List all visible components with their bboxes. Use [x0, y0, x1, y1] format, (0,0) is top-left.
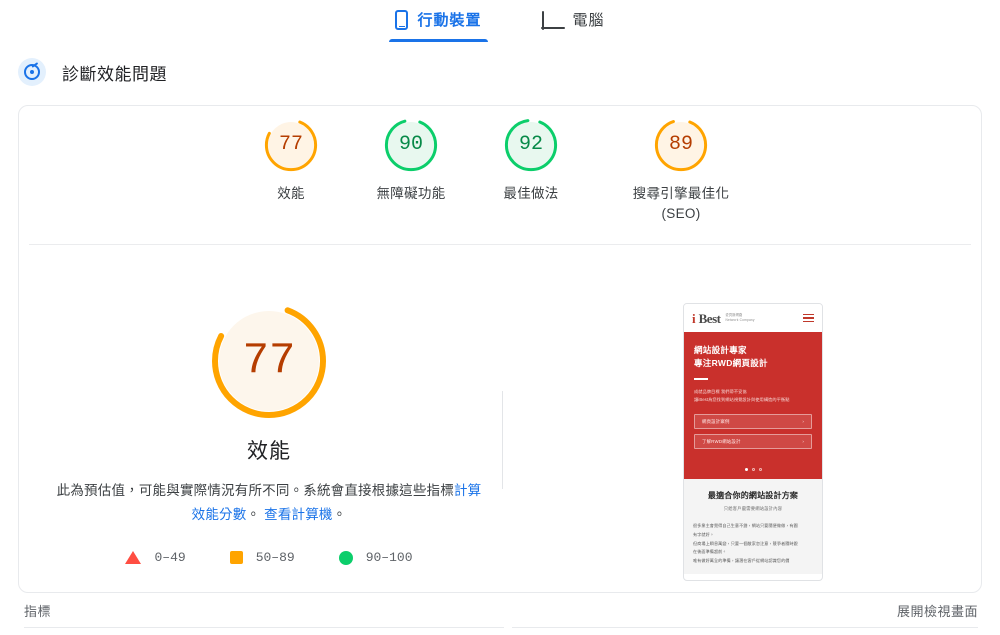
carousel-dot-active[interactable]	[744, 468, 748, 472]
footer-bar: 指標 展開檢視畫面	[0, 593, 1000, 635]
page-title: 診斷效能問題	[62, 64, 167, 84]
logo-subtitle-en: Network Company	[725, 317, 755, 322]
preview-hero: 網站設計專家 專注RWD網頁設計 成就品牌目標 我們帶不妥協 讓iBest為您找…	[684, 332, 822, 460]
body-text-line3: 但商場上瞬息萬變，只要一個敝家忽注意，競爭者隨時跟	[693, 540, 798, 546]
performance-gauge-icon	[18, 58, 46, 86]
desktop-icon	[540, 11, 565, 30]
chevron-right-icon: ›	[802, 439, 804, 445]
carousel-dot[interactable]	[751, 468, 755, 472]
preview-body: 最適合你的網站設計方案 只給客戶最需要網站設計內容 很多業主會覺得自己生意不錯，…	[684, 479, 822, 575]
hero-title-line1: 網站設計專家	[694, 345, 747, 355]
body-text-line1: 很多業主會覺得自己生意不錯，網站只要隨便做做，有圖	[693, 523, 798, 529]
main-score-gauge: 77	[209, 301, 329, 421]
legend-item-good: 90–100	[338, 550, 413, 566]
body-text-line5: 唯有做好萬全的準備，讓潛在客戶從網站認識您的價	[693, 557, 790, 563]
hero-text-line2: 讓iBest為您找到網站視覺設計與使用構造的平衡點	[694, 397, 790, 403]
logo-i: i	[692, 310, 696, 326]
body-subtitle: 只給客戶最需要網站設計內容	[723, 506, 783, 512]
vertical-divider	[502, 391, 503, 489]
body-text-line2: 有字就好。	[693, 531, 714, 537]
score-label: 無障礙功能	[376, 186, 446, 201]
footer-divider-right	[512, 627, 978, 628]
hero-buttons: 網頁設計案例 › 了解RWD網站設計 ›	[694, 414, 812, 450]
score-item-accessibility[interactable]: 90 無障礙功能	[351, 118, 471, 204]
body-text: 很多業主會覺得自己生意不錯，網站只要隨便做做，有圖 有字就好。 但商場上瞬息萬變…	[693, 522, 813, 565]
hamburger-menu-icon	[803, 313, 814, 323]
score-gauge: 77	[264, 118, 318, 172]
hero-button-rwd[interactable]: 了解RWD網站設計 ›	[694, 434, 812, 450]
page-screenshot-preview[interactable]: i Best 愛貝斯網路 Network Company 網站設計專家 專注RW…	[683, 303, 823, 581]
mobile-icon	[395, 10, 409, 30]
pagespeed-report-page: 行動裝置 電腦 診斷效能問題 77 效能 90 無障礙功能 92 最佳做法 89…	[0, 0, 1000, 635]
category-score-row: 77 效能 90 無障礙功能 92 最佳做法 89 搜尋引擎最佳化 (SEO)	[19, 118, 983, 236]
score-item-performance[interactable]: 77 效能	[231, 118, 351, 204]
score-gauge: 92	[504, 118, 558, 172]
logo-best: Best	[698, 310, 721, 326]
hero-title-line2: 專注RWD網頁設計	[694, 358, 768, 369]
tab-mobile[interactable]: 行動裝置	[389, 0, 488, 42]
score-value: 92	[518, 133, 543, 156]
carousel-dots	[684, 459, 822, 480]
button-label: 了解RWD網站設計	[702, 438, 741, 444]
legend-range: 50–89	[255, 550, 295, 566]
score-value: 77	[278, 133, 303, 156]
carousel-dot[interactable]	[758, 468, 762, 472]
score-gauge: 90	[384, 118, 438, 172]
main-score-label: 效能	[247, 440, 291, 463]
footer-divider-left	[24, 627, 504, 628]
main-score-value: 77	[242, 336, 296, 386]
tab-desktop[interactable]: 電腦	[536, 0, 611, 40]
triangle-icon	[125, 551, 142, 565]
tab-desktop-label: 電腦	[572, 11, 605, 29]
main-score-description: 此為預估值，可能與實際情況有所不同。系統會直接根據這些指標計算效能分數。 查看計…	[54, 479, 484, 526]
score-label: 效能	[277, 186, 305, 201]
tab-mobile-label: 行動裝置	[417, 11, 482, 29]
body-text-line4: 在後面準備超前。	[693, 549, 727, 555]
legend-range: 90–100	[365, 550, 413, 566]
legend-range: 0–49	[154, 550, 186, 566]
score-value: 89	[668, 133, 693, 156]
description-text: 此為預估值，可能與實際情況有所不同。系統會直接根據這些指標	[56, 483, 454, 498]
score-legend: 0–49 50–89 90–100	[125, 550, 413, 566]
site-logo: i Best 愛貝斯網路 Network Company	[692, 312, 755, 325]
report-card: 77 效能 90 無障礙功能 92 最佳做法 89 搜尋引擎最佳化 (SEO) …	[18, 105, 982, 593]
legend-item-average: 50–89	[229, 550, 295, 566]
hero-rule	[694, 378, 708, 381]
body-heading: 最適合你的網站設計方案	[707, 491, 799, 501]
section-divider	[29, 244, 971, 245]
button-label: 網頁設計案例	[702, 418, 730, 424]
score-item-seo[interactable]: 89 搜尋引擎最佳化 (SEO)	[591, 118, 771, 223]
circle-icon	[338, 550, 353, 565]
preview-site-header: i Best 愛貝斯網路 Network Company	[684, 304, 822, 332]
score-value: 90	[398, 133, 423, 156]
logo-subtitle-cn: 愛貝斯網路	[725, 312, 743, 317]
legend-item-poor: 0–49	[125, 550, 186, 566]
device-tabs: 行動裝置 電腦	[0, 0, 1000, 48]
description-end: 。	[332, 506, 347, 522]
tab-active-underline	[389, 39, 488, 42]
description-mid: 。	[246, 506, 265, 522]
section-header: 診斷效能問題	[18, 58, 167, 86]
score-item-best-practices[interactable]: 92 最佳做法	[471, 118, 591, 204]
expand-view-button[interactable]: 展開檢視畫面	[897, 601, 978, 620]
main-score-block: 77 效能 此為預估值，可能與實際情況有所不同。系統會直接根據這些指標計算效能分…	[29, 301, 509, 565]
chevron-right-icon: ›	[802, 419, 804, 425]
hero-title: 網站設計專家 專注RWD網頁設計	[694, 344, 812, 370]
calculator-link[interactable]: 查看計算機	[264, 507, 333, 522]
score-label: 最佳做法	[503, 186, 559, 201]
score-label: 搜尋引擎最佳化 (SEO)	[632, 186, 730, 221]
metrics-label: 指標	[24, 604, 52, 619]
square-icon	[229, 551, 243, 565]
hero-text-line1: 成就品牌目標 我們帶不妥協	[694, 389, 747, 395]
hero-text: 成就品牌目標 我們帶不妥協 讓iBest為您找到網站視覺設計與使用構造的平衡點	[694, 388, 812, 404]
hero-button-portfolio[interactable]: 網頁設計案例 ›	[694, 414, 812, 430]
score-gauge: 89	[654, 118, 708, 172]
